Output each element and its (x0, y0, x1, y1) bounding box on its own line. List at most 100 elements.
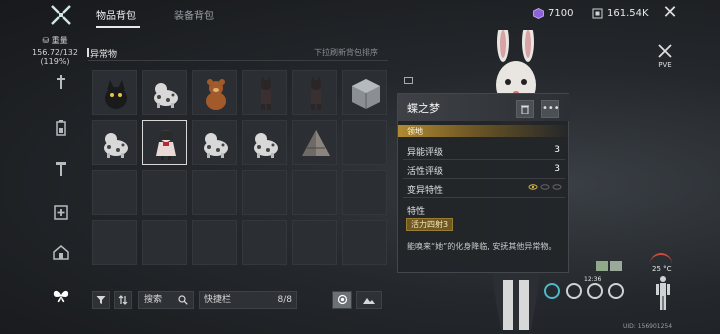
inventory-slot[interactable] (242, 120, 287, 165)
inventory-slot[interactable] (92, 170, 137, 215)
inventory-slot[interactable] (92, 220, 137, 265)
body-status-icon[interactable] (655, 275, 671, 311)
crossed-swords-icon (658, 44, 672, 58)
currency-primary: 7100 (533, 8, 573, 19)
inventory-slot[interactable] (292, 70, 337, 115)
inventory-slot[interactable] (92, 120, 137, 165)
sort-button[interactable] (114, 291, 132, 309)
info-toggle-icon[interactable] (404, 77, 413, 84)
row-divider (403, 197, 565, 198)
popup-header: 蝶之梦 ••• (398, 94, 570, 121)
currency-secondary-value: 161.54K (607, 8, 649, 19)
item-description: 能唤来“她”的化身降临, 安抚其他异常物。 (407, 242, 557, 251)
section-title: 异常物 (90, 50, 118, 60)
inventory-slot[interactable] (142, 70, 187, 115)
category-label: 领地 (407, 127, 423, 136)
inventory-slot[interactable] (192, 120, 237, 165)
tool-icon[interactable] (52, 160, 70, 178)
weight-indicator: ⛁ 重量 156.72/132 (119%) (30, 35, 80, 66)
game-logo-icon[interactable] (50, 4, 72, 26)
inventory-slot[interactable] (292, 170, 337, 215)
mutation-eyes-icon (528, 182, 562, 195)
medkit-icon[interactable] (52, 203, 70, 221)
view-mode-anomaly-button[interactable] (332, 291, 352, 309)
inventory-slot[interactable] (192, 170, 237, 215)
inventory-slot[interactable] (192, 220, 237, 265)
inventory-slot[interactable] (142, 220, 187, 265)
brown-bear-figurine-icon (206, 79, 226, 110)
status-badge-1 (596, 261, 608, 271)
traits-heading: 特性 (407, 207, 426, 217)
search-label: 搜索 (144, 295, 163, 305)
butterfly-icon[interactable] (52, 287, 70, 305)
temperature-gauge-icon (650, 253, 672, 265)
status-badge-2 (610, 261, 622, 271)
inventory-slot[interactable] (292, 220, 337, 265)
stat-label: 异能评级 (407, 148, 444, 158)
stat-row-mutation: 变异特性 (398, 180, 570, 197)
inventory-slot[interactable] (192, 70, 237, 115)
thirst-gauge-icon (587, 283, 603, 299)
crystal-currency-icon (533, 8, 544, 19)
weight-label: 重量 (51, 36, 68, 45)
inventory-slot[interactable] (342, 70, 387, 115)
hotbar-count: 8/8 (277, 295, 292, 305)
spotted-cat-figurine-icon (254, 133, 278, 158)
weight-percent: (119%) (40, 57, 70, 66)
inventory-slot[interactable] (342, 120, 387, 165)
currency-secondary: 161.54K (592, 8, 649, 19)
inventory-slot[interactable] (342, 170, 387, 215)
dark-doll-figurine-icon (311, 76, 321, 110)
inventory-slot[interactable] (292, 120, 337, 165)
stat-value: 3 (554, 145, 560, 155)
inventory-slot[interactable] (142, 170, 187, 215)
delete-button[interactable] (516, 100, 534, 118)
weight-value: 156.72/132 (32, 48, 78, 57)
sanity-gauge-icon (608, 283, 624, 299)
divider (88, 60, 388, 61)
inventory-slot[interactable] (92, 70, 137, 115)
inventory-slot[interactable] (342, 220, 387, 265)
inventory-slot[interactable] (242, 70, 287, 115)
pve-label: PVE (658, 61, 672, 69)
trait-chip[interactable]: 活力四射3 (406, 218, 454, 231)
stat-row-ability: 异能评级 3 (398, 142, 570, 159)
inventory-slot[interactable] (242, 170, 287, 215)
sort-icon (118, 295, 128, 305)
more-options-button[interactable]: ••• (541, 100, 560, 118)
coin-currency-icon (592, 8, 603, 19)
view-mode-terrain-button[interactable] (356, 291, 382, 309)
melee-weapon-icon[interactable] (52, 73, 70, 91)
filter-button[interactable] (92, 291, 110, 309)
search-icon (178, 295, 188, 305)
spotted-cat-figurine-icon (204, 133, 228, 158)
black-cat-figurine-icon (105, 80, 127, 109)
weight-label-row: ⛁ 重量 (30, 35, 80, 46)
filter-icon (96, 296, 106, 304)
stat-row-activity: 活性评级 3 (398, 161, 570, 178)
home-icon[interactable] (52, 243, 70, 261)
search-input[interactable]: 搜索 (138, 291, 194, 309)
inventory-slot[interactable] (142, 120, 187, 165)
item-detail-popup: 蝶之梦 ••• 领地 异能评级 3 活性评级 3 变异特性 特性 活力四射3 能… (397, 93, 570, 273)
hotbar-button[interactable]: 快捷栏 8/8 (199, 291, 297, 309)
anomaly-view-icon (337, 294, 347, 305)
tab-equipment-bag[interactable]: 装备背包 (174, 7, 214, 22)
uid-text: UID: 156901254 (623, 323, 673, 330)
stat-value: 3 (554, 164, 560, 174)
battery-icon[interactable] (52, 119, 70, 137)
more-icon: ••• (542, 103, 560, 114)
close-icon[interactable]: ✕ (660, 3, 680, 23)
inventory-slot[interactable] (242, 220, 287, 265)
row-divider (403, 178, 565, 179)
currency-primary-value: 7100 (548, 8, 574, 19)
pve-mode-indicator[interactable]: PVE (653, 43, 677, 69)
girl-doll-figurine-icon (156, 130, 176, 160)
refresh-hint: 下拉刷新背包排序 (314, 48, 378, 57)
inventory-screen: 物品背包 装备背包 7100 161.54K ✕ ⛁ 重量 156.72/132… (0, 0, 720, 334)
stat-label: 活性评级 (407, 167, 444, 177)
weight-icon: ⛁ (42, 36, 50, 45)
tab-item-bag[interactable]: 物品背包 (96, 7, 136, 22)
item-title: 蝶之梦 (407, 102, 440, 115)
temperature-value: 25 °C (652, 265, 672, 273)
